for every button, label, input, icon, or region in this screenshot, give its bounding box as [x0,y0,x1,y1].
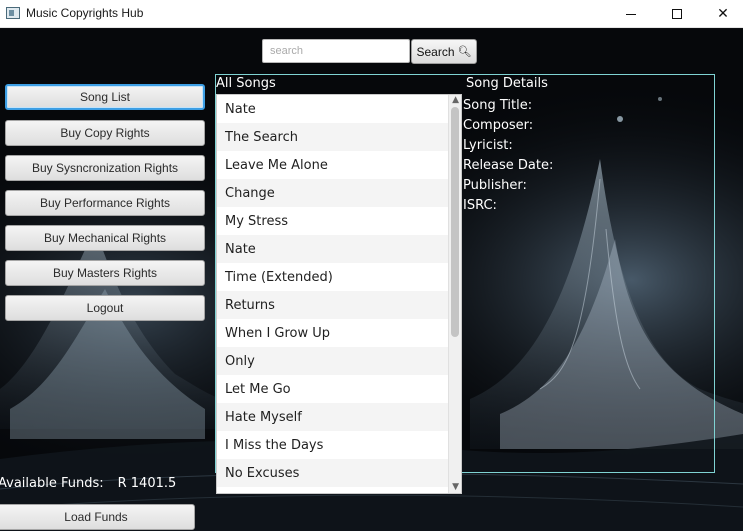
list-item[interactable]: Let Me Go [217,375,450,403]
detail-lyricist: Lyricist: [463,138,513,153]
list-item[interactable]: Hate Myself [217,403,450,431]
close-button[interactable]: ✕ [700,0,743,28]
minimize-icon [626,13,636,15]
detail-isrc: ISRC: [463,198,497,213]
song-list[interactable]: Nate The Search Leave Me Alone Change My… [216,94,462,494]
list-item[interactable]: No Excuses [217,459,450,487]
all-songs-heading: All Songs [216,76,276,91]
close-icon: ✕ [717,6,729,22]
search-button[interactable]: Search 🔍︎ [411,39,477,64]
chevron-down-icon[interactable]: ▼︎ [452,482,459,492]
sidebar-item-buy-mechanical-rights[interactable]: Buy Mechanical Rights [5,225,205,251]
load-funds-button[interactable]: Load Funds [0,504,195,530]
list-item[interactable]: My Stress [217,207,450,235]
minimize-button[interactable] [608,0,654,28]
scroll-thumb[interactable] [451,107,459,337]
sidebar-item-buy-copy-rights[interactable]: Buy Copy Rights [5,120,205,146]
sidebar-item-label: Buy Sysncronization Rights [31,161,179,175]
list-item[interactable]: Change [217,179,450,207]
maximize-button[interactable] [654,0,700,28]
list-item[interactable]: Time (Extended) [217,263,450,291]
list-item[interactable]: Nate [217,235,450,263]
song-details-heading: Song Details [466,76,548,91]
sidebar-item-buy-performance-rights[interactable]: Buy Performance Rights [5,190,205,216]
sidebar-item-label: Buy Performance Rights [39,196,171,210]
sidebar-item-buy-masters-rights[interactable]: Buy Masters Rights [5,260,205,286]
funds-label: Available Funds: [0,476,104,491]
available-funds: Available Funds: R 1401.5 [0,476,176,491]
list-item[interactable]: When I Grow Up [217,319,450,347]
title-bar: Music Copyrights Hub ✕ [0,0,743,28]
list-item[interactable]: Returns [217,291,450,319]
sidebar-item-label: Buy Copy Rights [60,126,150,140]
funds-amount: R 1401.5 [117,476,177,491]
song-details: Song Title: Composer: Lyricist: Release … [463,96,553,216]
sidebar-item-buy-synchronization-rights[interactable]: Buy Sysncronization Rights [5,155,205,181]
list-item[interactable]: Only [217,347,450,375]
list-item[interactable]: The Search [217,123,450,151]
detail-publisher: Publisher: [463,178,527,193]
detail-composer: Composer: [463,118,534,133]
window-title: Music Copyrights Hub [26,6,144,20]
list-item[interactable]: Nate [217,95,450,123]
sidebar-item-label: Logout [86,301,124,315]
detail-release-date: Release Date: [463,158,554,173]
list-item[interactable]: Leave Me Alone [217,151,450,179]
list-item[interactable]: I Miss the Days [217,431,450,459]
search-button-label: Search [416,44,455,59]
magnifier-icon: 🔍︎ [457,46,472,58]
maximize-icon [672,9,682,19]
load-funds-label: Load Funds [64,510,128,524]
chevron-up-icon[interactable]: ▲︎ [452,95,459,105]
sidebar-item-song-list[interactable]: Song List [5,84,205,110]
sidebar-item-label: Buy Mechanical Rights [43,231,167,245]
app-icon [6,7,20,19]
detail-song-title: Song Title: [463,98,533,113]
logout-button[interactable]: Logout [5,295,205,321]
sidebar-item-label: Buy Masters Rights [52,266,158,280]
song-list-scrollbar[interactable]: ▲︎ ▼︎ [448,95,461,493]
sidebar-item-label: Song List [79,90,131,104]
search-input[interactable] [262,39,410,63]
